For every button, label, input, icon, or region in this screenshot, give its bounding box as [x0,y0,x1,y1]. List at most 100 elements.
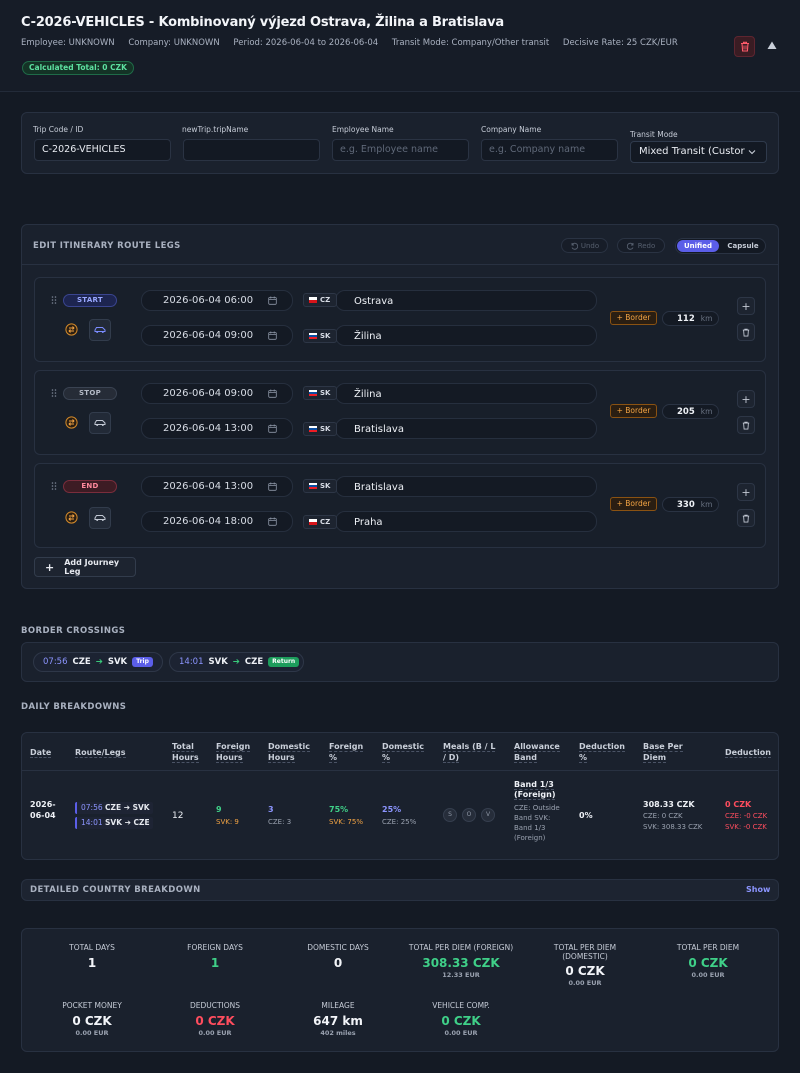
show-breakdown-toggle[interactable]: Show [746,885,770,894]
drag-handle-icon[interactable] [51,482,57,490]
plus-icon: + [741,392,751,406]
vehicle-button[interactable] [89,507,111,529]
deduction-svk: SVK: -0 CZK [725,823,767,831]
meal-dinner-toggle[interactable]: V [481,808,495,822]
calendar-icon[interactable] [268,517,277,526]
calendar-icon[interactable] [268,424,277,433]
calendar-icon[interactable] [268,482,277,491]
arrival-place-input[interactable]: Praha [335,511,597,532]
add-border-button[interactable]: + Border [610,497,657,511]
border-crossing-icon [65,416,78,429]
flag-sk-icon [309,426,317,432]
trash-icon [742,514,750,523]
calculated-total-badge: Calculated Total: 0 CZK [22,61,134,75]
departure-country-select[interactable]: CZ [303,293,337,307]
arrival-country-select[interactable]: SK [303,422,337,436]
employee-name-input[interactable]: e.g. Employee name [332,139,469,161]
domestic-hours-sub: CZE: 3 [268,818,292,826]
add-journey-leg-button[interactable]: + Add Journey Leg [34,557,136,577]
crossing-chip[interactable]: 07:56 CZE ➔ SVK Trip [33,652,163,672]
foreign-hours-sub: SVK: 9 [216,818,239,826]
collapse-caret-icon[interactable] [766,39,778,51]
vehicle-button[interactable] [89,319,111,341]
total-days-label: TOTAL DAYS [69,943,115,952]
departure-place-input[interactable]: Žilina [335,383,597,404]
crossing-chip[interactable]: 14:01 SVK ➔ CZE Return [169,652,304,672]
calendar-icon[interactable] [268,296,277,305]
foreign-days-label: FOREIGN DAYS [187,943,243,952]
meta-transit-mode: Transit Mode: Company/Other transit [391,38,550,48]
view-unified-option[interactable]: Unified [677,240,719,252]
vehicle-comp-eur: 0.00 EUR [444,1029,478,1037]
delete-leg-button[interactable] [737,509,755,527]
add-journey-leg-label: Add Journey Leg [64,558,120,576]
drag-handle-icon[interactable] [51,389,57,397]
trash-icon [740,41,749,52]
meta-period: Period: 2026-06-04 to 2026-06-04 [233,38,379,48]
total-domestic-eur: 0.00 EUR [568,979,602,987]
departure-place-input[interactable]: Bratislava [335,476,597,497]
calendar-icon[interactable] [268,331,277,340]
trash-icon [742,421,750,430]
leg-tag-stop: STOP [63,387,117,400]
trip-header: C-2026-VEHICLES - Kombinovaný výjezd Ost… [0,0,800,92]
meal-breakfast-toggle[interactable]: S [443,808,457,822]
deductions-value: 0 CZK [195,1014,235,1028]
departure-country-select[interactable]: SK [303,479,337,493]
departure-place-input[interactable]: Ostrava [335,290,597,311]
pocket-money-label: POCKET MONEY [62,1001,122,1010]
trip-name-input[interactable] [183,139,320,161]
redo-button[interactable]: Redo [617,238,665,253]
undo-button[interactable]: Undo [561,238,608,253]
view-capsule-option[interactable]: Capsule [721,240,765,252]
delete-trip-button[interactable] [734,36,755,57]
car-icon [94,327,106,333]
arrival-place-input[interactable]: Bratislava [335,418,597,439]
trip-details-form: Trip Code / ID C-2026-VEHICLES newTrip.t… [21,112,779,174]
vehicle-button[interactable] [89,412,111,434]
foreign-hours: 9 [216,805,222,814]
border-crossings-title: BORDER CROSSINGS [21,626,126,636]
foreign-pct-sub: SVK: 75% [329,818,363,826]
undo-icon [571,242,578,250]
add-border-button[interactable]: + Border [610,404,657,418]
pocket-money-eur: 0.00 EUR [75,1029,109,1037]
distance-input[interactable]: 205 km [662,404,719,419]
distance-input[interactable]: 112 km [662,311,719,326]
total-foreign-eur: 12.33 EUR [442,971,480,979]
foreign-days-value: 1 [210,956,220,970]
departure-country-select[interactable]: SK [303,386,337,400]
company-name-input[interactable]: e.g. Company name [481,139,618,161]
transit-mode-select[interactable]: Mixed Transit (Custor [630,141,767,163]
chevron-down-icon [748,149,756,155]
trip-title: C-2026-VEHICLES - Kombinovaný výjezd Ost… [21,15,504,30]
meta-decisive-rate: Decisive Rate: 25 CZK/EUR [562,38,678,48]
redo-label: Redo [637,241,656,250]
deductions-label: DEDUCTIONS [189,1001,241,1010]
calendar-icon[interactable] [268,389,277,398]
delete-leg-button[interactable] [737,323,755,341]
flag-cz-icon [309,519,317,525]
arrival-place-input[interactable]: Žilina [335,325,597,346]
meal-lunch-toggle[interactable]: O [462,808,476,822]
add-stop-button[interactable]: + [737,297,755,315]
drag-handle-icon[interactable] [51,296,57,304]
delete-leg-button[interactable] [737,416,755,434]
deduction-cze: CZE: -0 CZK [725,812,768,820]
arrival-country-select[interactable]: SK [303,329,337,343]
trip-code-input[interactable]: C-2026-VEHICLES [34,139,171,161]
distance-input[interactable]: 330 km [662,497,719,512]
add-border-button[interactable]: + Border [610,311,657,325]
col-domestic-hours: Domestic Hours [268,742,310,763]
mileage-label: MILEAGE [321,1001,355,1010]
undo-label: Undo [580,241,600,250]
add-stop-button[interactable]: + [737,390,755,408]
redo-icon [626,242,634,250]
add-stop-button[interactable]: + [737,483,755,501]
vehicle-comp-label: VEHICLE COMP. [432,1001,490,1010]
meta-employee: Employee: UNKNOWN [21,38,115,48]
arrival-country-select[interactable]: CZ [303,515,337,529]
transit-mode-value: Mixed Transit (Custor [639,146,745,157]
plus-icon: + [741,485,751,499]
domestic-days-value: 0 [333,956,343,970]
